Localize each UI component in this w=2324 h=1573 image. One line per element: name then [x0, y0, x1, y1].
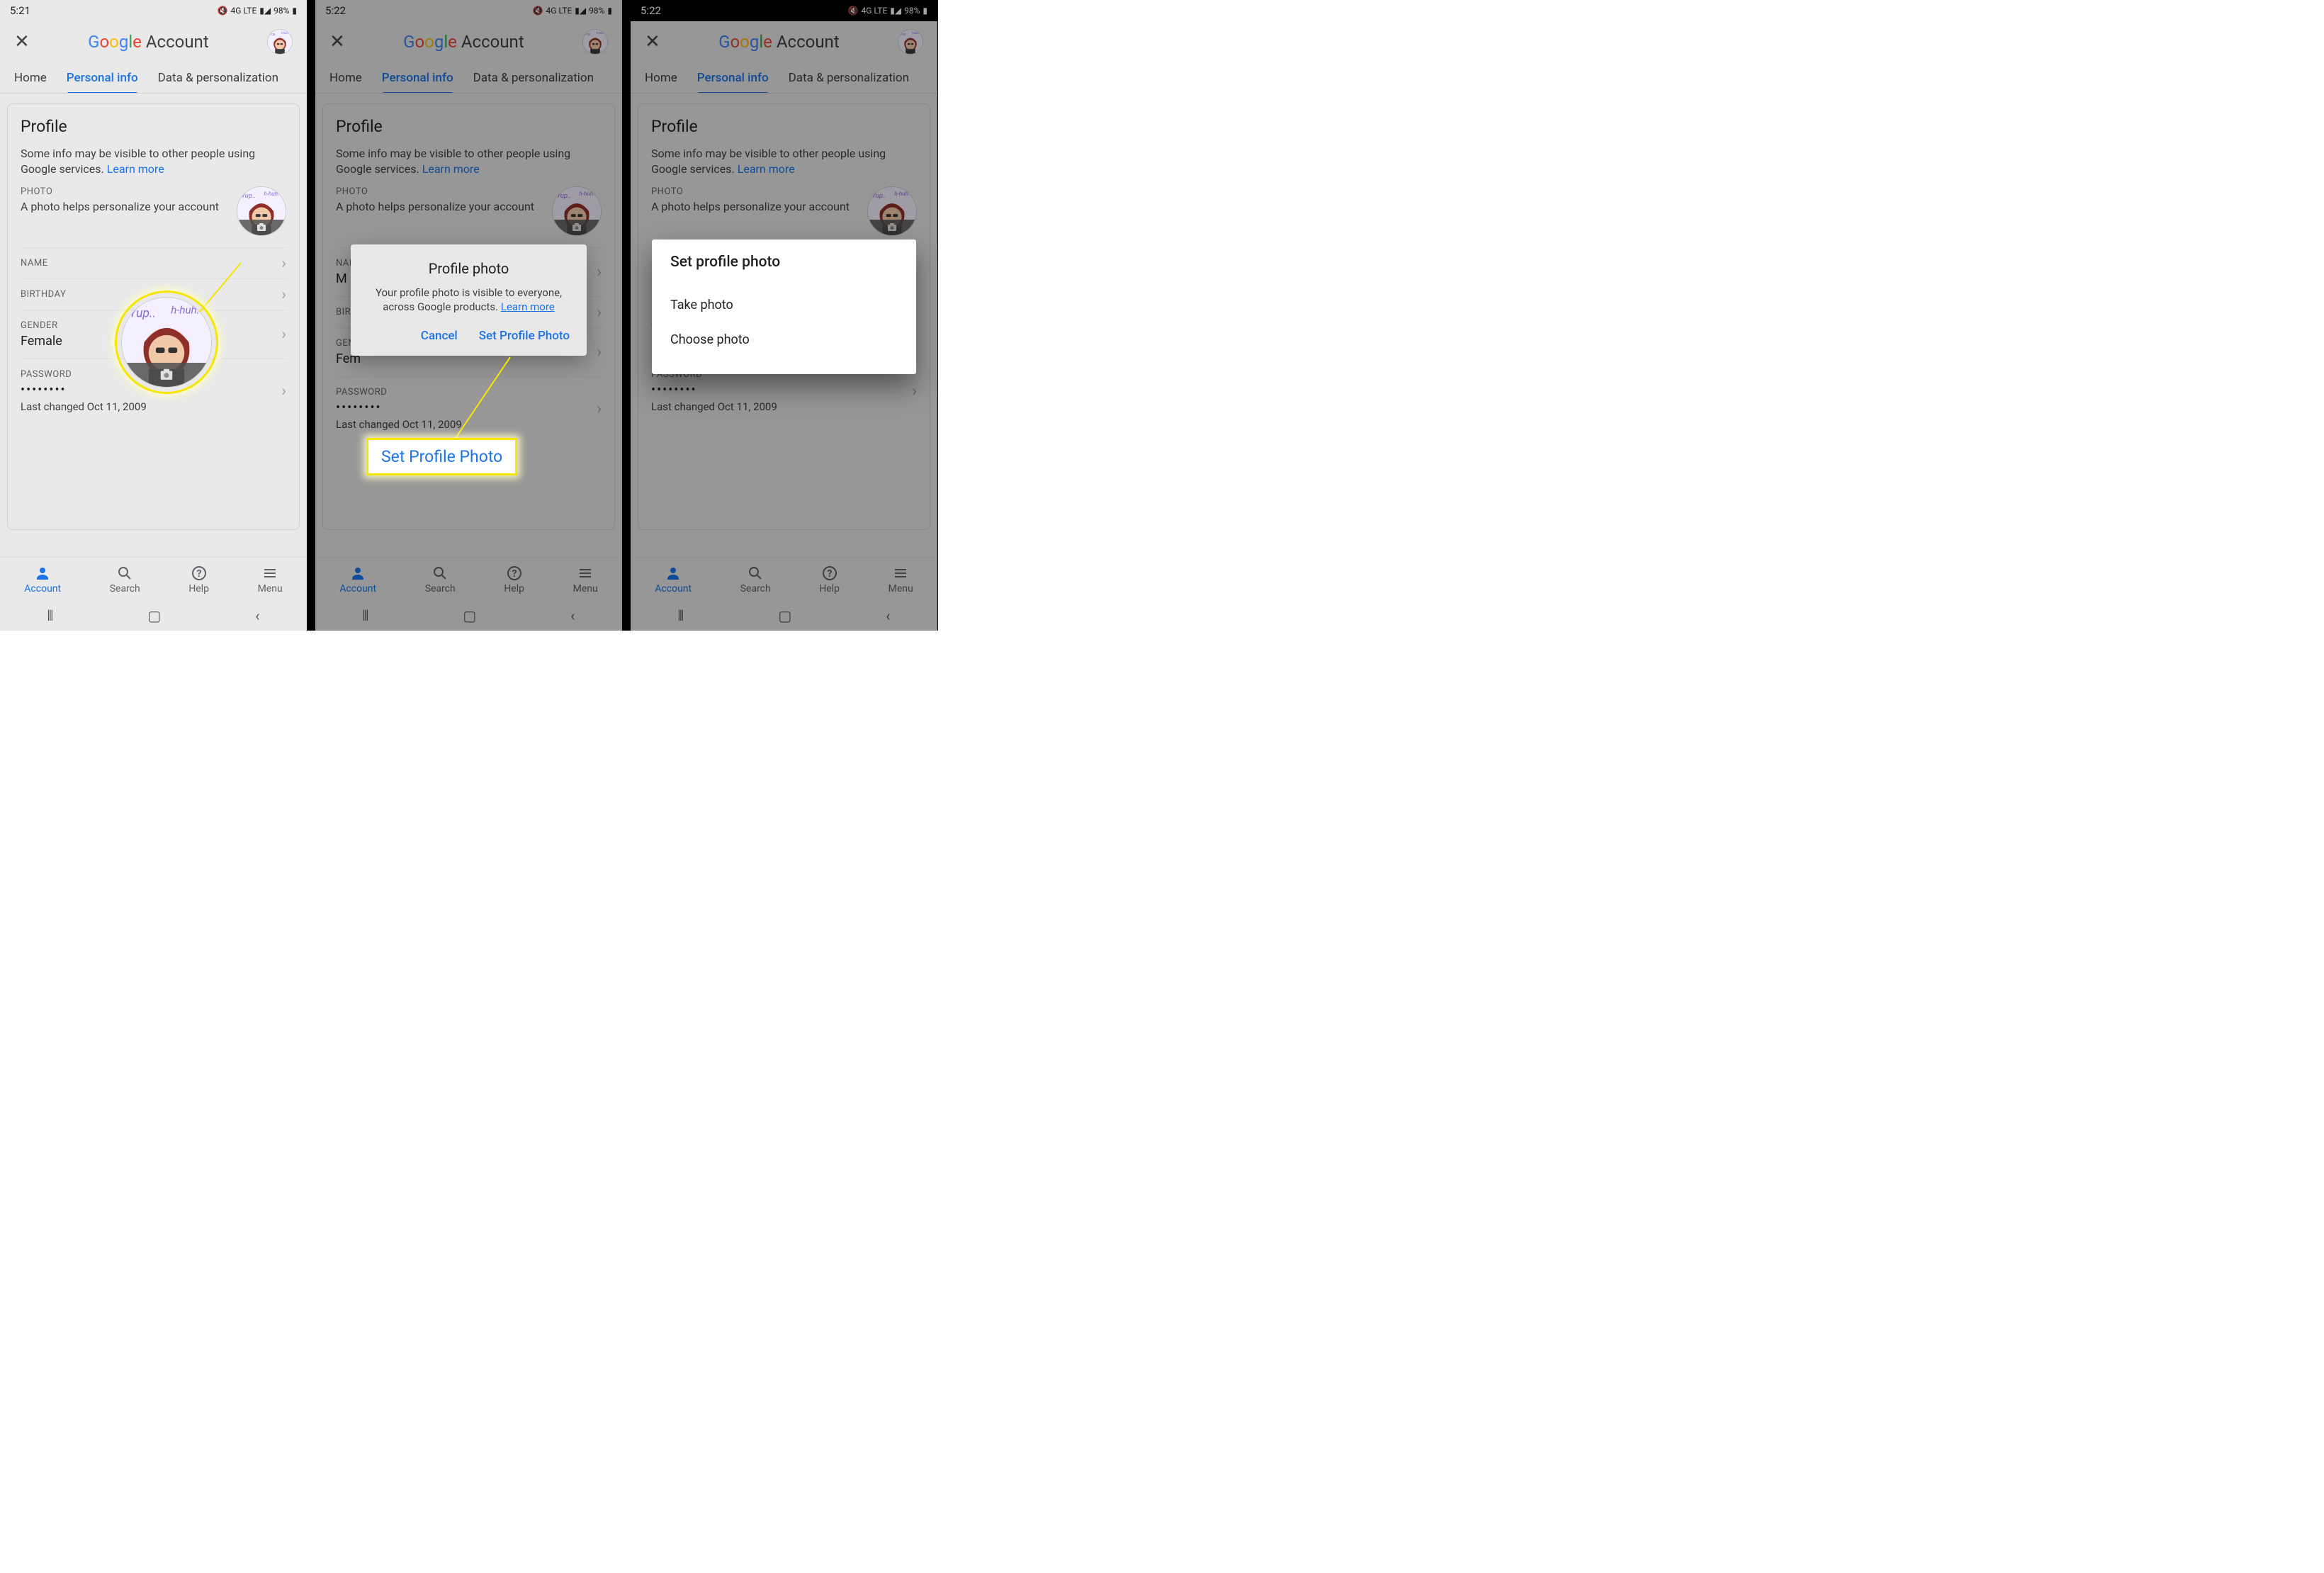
- nav-help[interactable]: Help: [819, 565, 840, 594]
- tab-home[interactable]: Home: [329, 71, 362, 85]
- tab-personal-info[interactable]: Personal info: [697, 71, 769, 85]
- birthday-row[interactable]: BIRTHDAY ›: [21, 279, 286, 310]
- avatar[interactable]: [582, 29, 608, 55]
- home-button[interactable]: ▢: [147, 607, 161, 624]
- set-profile-photo-sheet: Set profile photo Take photo Choose phot…: [652, 239, 916, 374]
- sheet-title: Set profile photo: [670, 254, 898, 271]
- mute-icon: 🔇: [218, 6, 228, 16]
- nav-account[interactable]: Account: [339, 565, 376, 594]
- close-icon[interactable]: ✕: [645, 31, 660, 52]
- birthday-label: BIRTHDAY: [21, 289, 286, 300]
- status-time: 5:22: [325, 4, 346, 17]
- profile-photo-dialog: Profile photo Your profile photo is visi…: [351, 244, 587, 356]
- page-title: Google Account: [30, 32, 267, 52]
- phone-screen-1: 5:21 🔇 4G LTE ▮◢ 98% ▮ ✕ Google Account …: [0, 0, 307, 631]
- avatar[interactable]: [898, 29, 923, 55]
- nav-search[interactable]: Search: [110, 565, 140, 594]
- gender-label: GENDER: [21, 320, 286, 331]
- take-photo-option[interactable]: Take photo: [670, 288, 898, 322]
- name-label: NAME: [21, 258, 286, 269]
- back-button[interactable]: ‹: [255, 607, 259, 624]
- signal-icon: ▮◢: [259, 6, 271, 16]
- system-nav: ⦀ ▢ ‹: [0, 601, 307, 631]
- camera-icon: [237, 220, 286, 235]
- nav-menu[interactable]: Menu: [889, 565, 913, 594]
- choose-photo-option[interactable]: Choose photo: [670, 322, 898, 357]
- battery-icon: ▮: [292, 6, 297, 16]
- password-changed: Last changed Oct 11, 2009: [21, 400, 286, 413]
- password-row[interactable]: PASSWORD Last changed Oct 11, 2009 ›: [21, 359, 286, 423]
- tab-bar: Home Personal info Data & personalizatio…: [0, 62, 307, 94]
- close-icon[interactable]: ✕: [329, 31, 345, 52]
- recents-button[interactable]: ⦀: [47, 607, 54, 624]
- profile-photo[interactable]: [237, 186, 286, 236]
- profile-intro: Some info may be visible to other people…: [21, 146, 286, 176]
- set-profile-photo-button[interactable]: Set Profile Photo: [479, 329, 570, 343]
- avatar[interactable]: [267, 29, 293, 55]
- tab-data-personalization[interactable]: Data & personalization: [473, 71, 594, 85]
- learn-more-link[interactable]: Learn more: [107, 162, 164, 176]
- dialog-title: Profile photo: [368, 260, 570, 277]
- cancel-button[interactable]: Cancel: [421, 329, 458, 343]
- name-row[interactable]: NAME ›: [21, 248, 286, 279]
- profile-heading: Profile: [21, 117, 286, 136]
- status-time: 5:21: [10, 4, 30, 17]
- status-time: 5:22: [641, 4, 661, 17]
- photo-label: PHOTO: [21, 186, 222, 197]
- nav-menu[interactable]: Menu: [258, 565, 283, 594]
- nav-help[interactable]: Help: [188, 565, 209, 594]
- tab-data-personalization[interactable]: Data & personalization: [158, 71, 278, 85]
- photo-row[interactable]: PHOTO A photo helps personalize your acc…: [21, 176, 286, 248]
- gender-value: Female: [21, 334, 286, 349]
- nav-help[interactable]: Help: [504, 565, 524, 594]
- close-icon[interactable]: ✕: [14, 31, 30, 52]
- gender-row[interactable]: GENDER Female ›: [21, 310, 286, 359]
- password-value: [21, 383, 286, 398]
- password-label: PASSWORD: [21, 369, 286, 380]
- tab-home[interactable]: Home: [14, 71, 47, 85]
- nav-menu[interactable]: Menu: [573, 565, 598, 594]
- nav-account[interactable]: Account: [655, 565, 692, 594]
- nav-account[interactable]: Account: [24, 565, 61, 594]
- learn-more-link[interactable]: Learn more: [501, 300, 555, 313]
- status-bar: 5:22 🔇4G LTE▮◢98%▮: [631, 0, 937, 21]
- battery-text: 98%: [273, 6, 289, 16]
- phone-screen-2: 5:22 🔇4G LTE▮◢98%▮ ✕ Google Account Home…: [315, 0, 622, 631]
- chevron-right-icon: ›: [281, 286, 286, 303]
- status-icons: 🔇 4G LTE ▮◢ 98% ▮: [218, 6, 297, 16]
- page-title: Google Account: [345, 32, 582, 52]
- dialog-body: Your profile photo is visible to everyon…: [368, 286, 570, 315]
- app-bar: ✕ Google Account: [0, 21, 307, 62]
- status-icons: 🔇4G LTE▮◢98%▮: [533, 6, 612, 16]
- tab-data-personalization[interactable]: Data & personalization: [789, 71, 909, 85]
- tab-home[interactable]: Home: [645, 71, 677, 85]
- chevron-right-icon: ›: [281, 326, 286, 344]
- tab-personal-info[interactable]: Personal info: [67, 71, 138, 85]
- lte-icon: 4G LTE: [231, 6, 257, 16]
- phone-screen-3: 5:22 🔇4G LTE▮◢98%▮ ✕ Google Account Home…: [631, 0, 937, 631]
- chevron-right-icon: ›: [281, 254, 286, 272]
- nav-search[interactable]: Search: [425, 565, 456, 594]
- tab-personal-info[interactable]: Personal info: [382, 71, 453, 85]
- profile-card: Profile Some info may be visible to othe…: [7, 103, 300, 530]
- chevron-right-icon: ›: [281, 383, 286, 400]
- status-bar: 5:22 🔇4G LTE▮◢98%▮: [315, 0, 622, 21]
- status-bar: 5:21 🔇 4G LTE ▮◢ 98% ▮: [0, 0, 307, 21]
- bottom-nav: Account Search Help Menu: [0, 557, 307, 601]
- photo-desc: A photo helps personalize your account: [21, 200, 222, 213]
- nav-search[interactable]: Search: [740, 565, 771, 594]
